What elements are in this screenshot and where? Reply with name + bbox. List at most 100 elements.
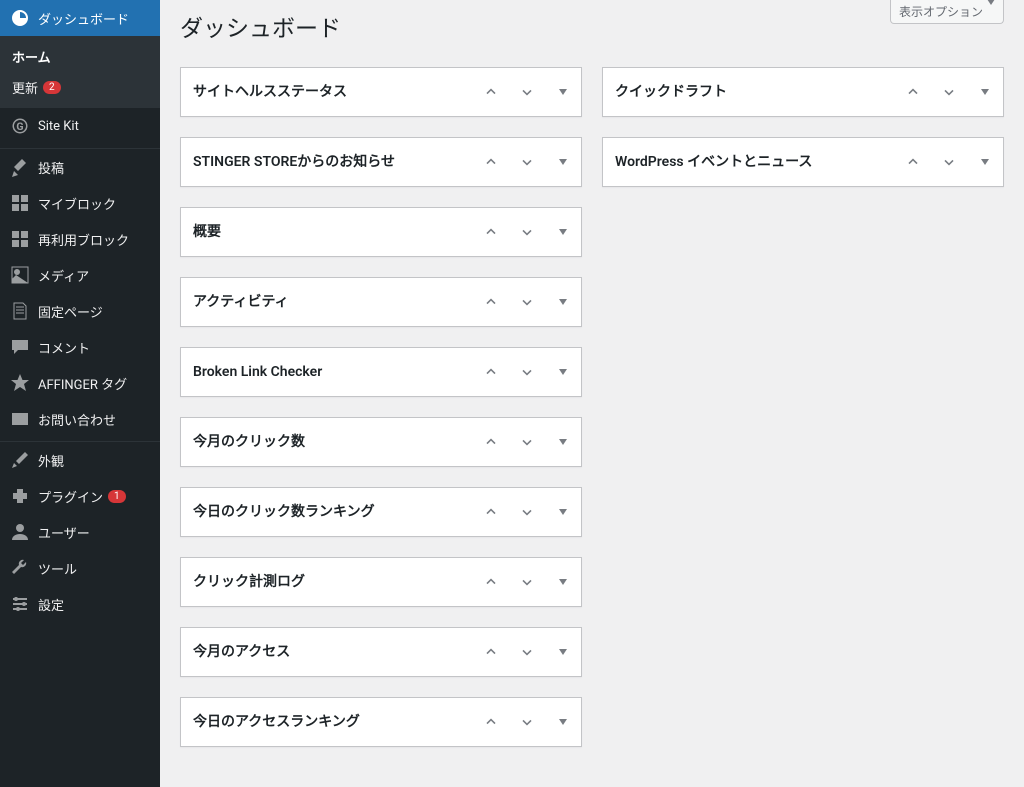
toggle-button[interactable] xyxy=(545,558,581,606)
move-up-button[interactable] xyxy=(473,68,509,116)
triangle-down-icon xyxy=(559,229,567,235)
toggle-button[interactable] xyxy=(967,138,1003,186)
move-up-button[interactable] xyxy=(473,698,509,746)
triangle-down-icon xyxy=(559,369,567,375)
widget-actions xyxy=(473,698,581,746)
move-down-button[interactable] xyxy=(931,138,967,186)
sidebar-item-contact[interactable]: お問い合わせ xyxy=(0,401,160,437)
move-down-button[interactable] xyxy=(509,68,545,116)
sidebar-label: Site Kit xyxy=(38,119,79,134)
widget-actions xyxy=(895,68,1003,116)
sidebar-label: メディア xyxy=(38,266,89,285)
grid-icon xyxy=(10,193,30,213)
toggle-button[interactable] xyxy=(545,698,581,746)
move-down-button[interactable] xyxy=(509,418,545,466)
move-down-button[interactable] xyxy=(509,698,545,746)
sidebar-item-media[interactable]: メディア xyxy=(0,257,160,293)
sidebar-item-sitekit[interactable]: G Site Kit xyxy=(0,108,160,144)
triangle-down-icon xyxy=(559,299,567,305)
move-up-button[interactable] xyxy=(473,278,509,326)
media-icon xyxy=(10,265,30,285)
sidebar-item-settings[interactable]: 設定 xyxy=(0,586,160,622)
triangle-down-icon xyxy=(559,89,567,95)
move-up-button[interactable] xyxy=(473,628,509,676)
toggle-button[interactable] xyxy=(545,208,581,256)
sidebar-item-affinger[interactable]: AFFINGER タグ xyxy=(0,365,160,401)
sidebar-label: 外観 xyxy=(38,451,64,470)
sidebar-label: マイブロック xyxy=(38,194,116,213)
sidebar-sub-updates[interactable]: 更新2 xyxy=(0,72,160,103)
dashboard-widget: 概要 xyxy=(180,207,582,257)
move-down-button[interactable] xyxy=(509,208,545,256)
move-up-button[interactable] xyxy=(473,348,509,396)
move-up-button[interactable] xyxy=(895,138,931,186)
move-down-button[interactable] xyxy=(509,488,545,536)
widget-header: サイトヘルスステータス xyxy=(181,68,581,116)
sidebar-sub-home[interactable]: ホーム xyxy=(0,41,160,72)
sidebar-item-myblock[interactable]: マイブロック xyxy=(0,185,160,221)
sidebar-label: コメント xyxy=(38,338,90,357)
widget-actions xyxy=(473,348,581,396)
dashboard-widget: 今日のクリック数ランキング xyxy=(180,487,582,537)
comment-icon xyxy=(10,337,30,357)
sidebar-item-posts[interactable]: 投稿 xyxy=(0,149,160,185)
sidebar-item-tools[interactable]: ツール xyxy=(0,550,160,586)
move-up-button[interactable] xyxy=(473,418,509,466)
move-up-button[interactable] xyxy=(473,138,509,186)
sidebar-item-reusable[interactable]: 再利用ブロック xyxy=(0,221,160,257)
pin-icon xyxy=(10,157,30,177)
sidebar-item-pages[interactable]: 固定ページ xyxy=(0,293,160,329)
move-down-button[interactable] xyxy=(509,138,545,186)
toggle-button[interactable] xyxy=(545,348,581,396)
move-down-button[interactable] xyxy=(509,348,545,396)
move-up-button[interactable] xyxy=(473,208,509,256)
toggle-button[interactable] xyxy=(967,68,1003,116)
sidebar-item-dashboard[interactable]: ダッシュボード xyxy=(0,0,160,36)
sidebar-item-plugins[interactable]: プラグイン 1 xyxy=(0,478,160,514)
sliders-icon xyxy=(10,594,30,614)
sidebar-label: 固定ページ xyxy=(38,302,103,321)
star-icon xyxy=(10,373,30,393)
move-down-button[interactable] xyxy=(509,278,545,326)
sidebar-label: ダッシュボード xyxy=(38,9,129,28)
toggle-button[interactable] xyxy=(545,488,581,536)
sidebar-label: 再利用ブロック xyxy=(38,230,129,249)
widget-header: クイックドラフト xyxy=(603,68,1003,116)
move-up-button[interactable] xyxy=(473,558,509,606)
dashboard-widget: 今月のアクセス xyxy=(180,627,582,677)
move-down-button[interactable] xyxy=(509,558,545,606)
widget-title: 今日のアクセスランキング xyxy=(181,698,473,746)
dashboard-widget: WordPress イベントとニュース xyxy=(602,137,1004,187)
toggle-button[interactable] xyxy=(545,138,581,186)
brush-icon xyxy=(10,450,30,470)
widget-actions xyxy=(473,138,581,186)
sidebar-label: プラグイン xyxy=(38,487,103,506)
sidebar-item-users[interactable]: ユーザー xyxy=(0,514,160,550)
dashboard-widget: 今日のアクセスランキング xyxy=(180,697,582,747)
main-content: 表示オプション ダッシュボード サイトヘルスステータスSTINGER STORE… xyxy=(160,0,1024,787)
toggle-button[interactable] xyxy=(545,418,581,466)
move-down-button[interactable] xyxy=(509,628,545,676)
sidebar-item-comments[interactable]: コメント xyxy=(0,329,160,365)
toggle-button[interactable] xyxy=(545,628,581,676)
move-down-button[interactable] xyxy=(931,68,967,116)
widget-actions xyxy=(473,628,581,676)
widget-actions xyxy=(473,278,581,326)
toggle-button[interactable] xyxy=(545,278,581,326)
widget-header: 今日のアクセスランキング xyxy=(181,698,581,746)
widget-actions xyxy=(473,418,581,466)
widget-title: アクティビティ xyxy=(181,278,473,326)
widget-title: 概要 xyxy=(181,208,473,256)
widget-header: クリック計測ログ xyxy=(181,558,581,606)
move-up-button[interactable] xyxy=(895,68,931,116)
toggle-button[interactable] xyxy=(545,68,581,116)
widget-actions xyxy=(473,68,581,116)
move-up-button[interactable] xyxy=(473,488,509,536)
screen-options-button[interactable]: 表示オプション xyxy=(890,0,1004,24)
chevron-down-icon xyxy=(987,5,995,19)
dashboard-column-left: サイトヘルスステータスSTINGER STOREからのお知らせ概要アクティビティ… xyxy=(180,67,582,767)
sitekit-icon: G xyxy=(10,116,30,136)
dashboard-widget: Broken Link Checker xyxy=(180,347,582,397)
triangle-down-icon xyxy=(981,89,989,95)
sidebar-item-appearance[interactable]: 外観 xyxy=(0,442,160,478)
